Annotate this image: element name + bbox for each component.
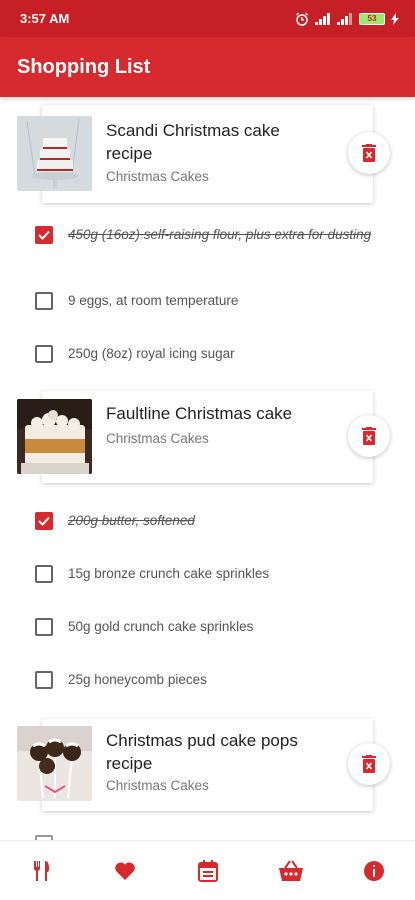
status-bar: 3:57 AM 53 [0, 0, 415, 37]
ingredient-item[interactable]: 200g butter, softened [35, 511, 375, 532]
check-icon [38, 516, 50, 526]
favorites-icon [114, 861, 135, 880]
ingredient-text: 9 eggs, at room temperature [68, 293, 239, 308]
nav-shopping[interactable] [271, 851, 311, 891]
nav-planner[interactable] [188, 851, 228, 891]
ingredient-checkbox[interactable] [35, 226, 53, 244]
recipe-title: Faultline Christmas cake [106, 404, 293, 423]
info-icon [363, 860, 384, 881]
status-icons: 53 [295, 12, 399, 26]
shopping-basket-icon [278, 859, 303, 881]
ingredient-text: 25g honeycomb pieces [68, 672, 207, 687]
ingredient-item[interactable]: 15g bronze crunch cake sprinkles [35, 564, 375, 585]
ingredient-item[interactable]: 50g gold crunch cake sprinkles [35, 617, 375, 638]
nav-recipes[interactable] [22, 851, 62, 891]
recipe-category: Christmas Cakes [106, 431, 209, 446]
ingredient-checkbox[interactable] [35, 671, 53, 689]
recipe-category: Christmas Cakes [106, 778, 209, 793]
delete-recipe-button[interactable] [348, 743, 390, 785]
ingredient-text: 15g bronze crunch cake sprinkles [68, 566, 270, 581]
ingredient-checkbox[interactable] [35, 565, 53, 583]
delete-icon [362, 427, 376, 445]
app-bar: Shopping List [0, 37, 415, 97]
nav-favorites[interactable] [105, 851, 145, 891]
recipe-image [17, 726, 92, 801]
ingredient-text: 50g gold crunch cake sprinkles [68, 619, 254, 634]
recipe-image [17, 116, 92, 191]
ingredient-text: 450g (16oz) self-raising flour, plus ext… [68, 227, 372, 242]
recipes-icon [33, 860, 49, 881]
delete-recipe-button[interactable] [348, 132, 390, 174]
signal-icon-2 [337, 12, 352, 25]
battery-icon: 53 [359, 12, 385, 25]
recipe-title: Scandi Christmas cake recipe [106, 121, 280, 163]
ingredient-checkbox[interactable] [35, 292, 53, 310]
signal-icon [315, 12, 330, 25]
recipe-category: Christmas Cakes [106, 169, 209, 184]
ingredient-checkbox[interactable] [35, 345, 53, 363]
ingredient-checkbox[interactable] [35, 512, 53, 530]
recipe-title: Christmas pud cake pops recipe [106, 731, 298, 773]
charging-icon [391, 12, 399, 25]
shopping-list[interactable]: Scandi Christmas cake recipe Christmas C… [0, 97, 415, 840]
ingredient-item[interactable]: 9 eggs, at room temperature [35, 291, 375, 312]
delete-recipe-button[interactable] [348, 415, 390, 457]
recipe-image [17, 399, 92, 474]
ingredient-checkbox[interactable] [35, 618, 53, 636]
ingredient-item[interactable]: 25g honeycomb pieces [35, 670, 375, 691]
nav-info[interactable] [354, 851, 394, 891]
check-icon [38, 230, 50, 240]
ingredient-item[interactable]: 250g (8oz) royal icing sugar [35, 344, 375, 365]
delete-icon [362, 144, 376, 162]
bottom-navigation [0, 840, 415, 900]
status-time: 3:57 AM [20, 11, 70, 26]
ingredient-text: 250g (8oz) royal icing sugar [68, 346, 235, 361]
page-title: Shopping List [17, 55, 151, 78]
ingredient-item[interactable]: 450g (16oz) self-raising flour, plus ext… [35, 225, 375, 246]
alarm-icon [296, 12, 308, 26]
ingredient-text: 200g butter, softened [68, 513, 195, 528]
battery-level: 53 [367, 14, 377, 23]
delete-icon [362, 755, 376, 773]
planner-icon [197, 859, 218, 882]
